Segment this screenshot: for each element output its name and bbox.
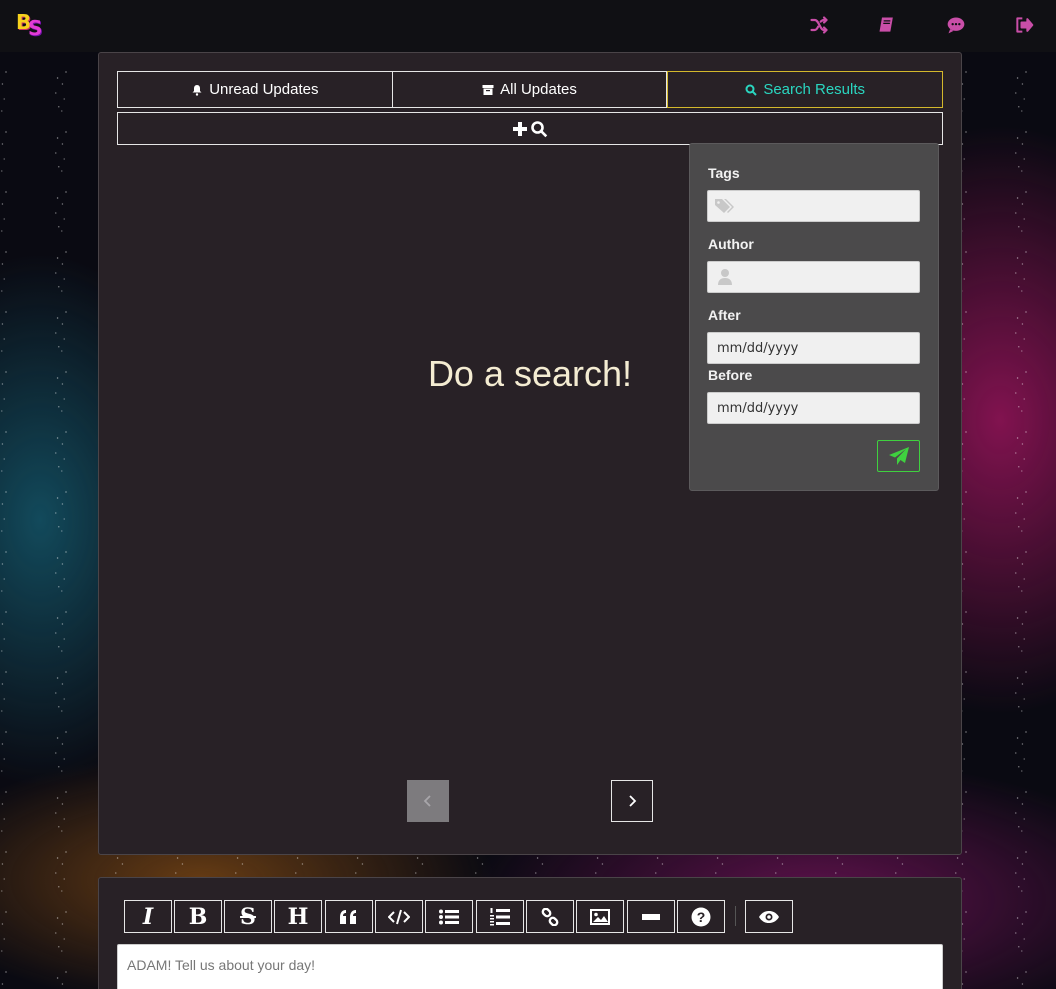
horizontal-rule-icon: [642, 913, 660, 920]
bold-button[interactable]: B: [174, 900, 222, 933]
strikethrough-button[interactable]: S: [224, 900, 272, 933]
previous-page-button[interactable]: [407, 780, 449, 822]
link-button[interactable]: [526, 900, 574, 933]
help-icon: ?: [691, 907, 711, 926]
svg-text:?: ?: [697, 909, 706, 925]
bold-icon: B: [188, 903, 208, 930]
horizontal-rule-button[interactable]: [627, 900, 675, 933]
author-input[interactable]: [707, 261, 920, 293]
eye-icon: [759, 910, 779, 923]
link-icon: [541, 907, 559, 926]
toggle-search-form-button[interactable]: [117, 112, 943, 145]
tab-label: Unread Updates: [209, 81, 319, 98]
bell-icon: [192, 84, 202, 96]
heading-button[interactable]: H: [274, 900, 322, 933]
italic-button[interactable]: I: [124, 900, 172, 933]
image-icon: [590, 908, 610, 925]
textarea-placeholder: ADAM! Tell us about your day!: [127, 957, 316, 973]
tags-input[interactable]: [707, 190, 920, 222]
tab-label: All Updates: [500, 81, 577, 98]
tags-label: Tags: [708, 165, 740, 181]
tags-icon: [714, 195, 736, 217]
tab-all-updates[interactable]: All Updates: [392, 71, 668, 108]
image-button[interactable]: [576, 900, 624, 933]
before-date-input[interactable]: mm/dd/yyyy: [707, 392, 920, 424]
after-label: After: [708, 307, 741, 323]
sign-out-icon[interactable]: [1013, 14, 1035, 36]
chevron-left-icon: [423, 795, 431, 807]
user-icon: [714, 266, 736, 288]
composer-panel: I B S H ? ADAM! Tell us about your day!: [98, 877, 962, 989]
help-button[interactable]: ?: [677, 900, 725, 933]
before-label: Before: [708, 367, 753, 383]
ordered-list-button[interactable]: [476, 900, 524, 933]
after-date-input[interactable]: mm/dd/yyyy: [707, 332, 920, 364]
search-filter-popover: Tags Author After mm/dd/yyyy Before mm/d…: [689, 143, 939, 491]
italic-icon: I: [142, 903, 154, 930]
post-textarea[interactable]: ADAM! Tell us about your day!: [117, 944, 943, 989]
before-date-placeholder: mm/dd/yyyy: [717, 400, 799, 416]
tab-search-results[interactable]: Search Results: [667, 71, 944, 108]
archive-icon: [482, 84, 494, 95]
book-icon[interactable]: [876, 14, 898, 36]
search-icon: [745, 84, 758, 96]
author-label: Author: [708, 236, 754, 252]
search-submit-button[interactable]: [877, 440, 920, 472]
toolbar-separator: [735, 906, 736, 926]
next-page-button[interactable]: [611, 780, 653, 822]
chevron-right-icon: [629, 795, 637, 807]
chat-icon[interactable]: [945, 14, 967, 36]
strikethrough-icon: S: [240, 903, 256, 930]
heading-icon: H: [287, 903, 309, 930]
updates-tabs: Unread Updates All Updates Search Result…: [117, 71, 944, 108]
quote-icon: [340, 909, 356, 924]
top-navbar: BS: [0, 0, 1056, 52]
after-date-placeholder: mm/dd/yyyy: [717, 340, 799, 356]
code-icon: [388, 909, 410, 924]
send-icon: [888, 447, 909, 465]
preview-button[interactable]: [745, 900, 793, 933]
ordered-list-icon: [490, 907, 510, 925]
tab-unread-updates[interactable]: Unread Updates: [117, 71, 393, 108]
quote-button[interactable]: [325, 900, 373, 933]
search-icon: [531, 120, 548, 137]
code-button[interactable]: [375, 900, 423, 933]
plus-icon: [513, 121, 527, 136]
tab-label: Search Results: [763, 81, 866, 98]
shuffle-icon[interactable]: [808, 14, 830, 36]
unordered-list-icon: [439, 909, 459, 924]
unordered-list-button[interactable]: [425, 900, 473, 933]
site-logo[interactable]: BS: [16, 10, 48, 40]
